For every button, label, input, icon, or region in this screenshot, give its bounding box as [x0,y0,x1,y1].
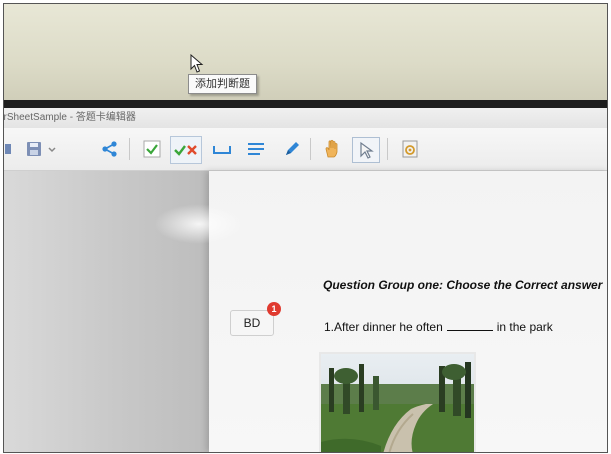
select-arrow-icon[interactable] [352,137,380,163]
text-lines-icon[interactable] [244,138,268,160]
wall-background [4,4,607,104]
pen-icon[interactable] [280,138,304,160]
answer-box[interactable]: BD [230,310,274,336]
hand-icon[interactable] [320,138,344,160]
checkbox-icon[interactable] [141,138,163,160]
question-text-before: 1.After dinner he often [324,320,443,334]
toolbar-separator [387,138,388,160]
answer-count-badge: 1 [267,302,281,316]
question-text: 1.After dinner he often in the park [324,320,553,334]
settings-doc-icon[interactable] [398,138,422,160]
window-titlebar: erSheetSample - 答题卡编辑器 [4,108,607,128]
answer-box-label: BD [243,316,261,330]
toolbar [4,128,607,171]
question-group-heading: Question Group one: Choose the Correct a… [323,278,603,292]
dropdown-arrow-icon[interactable] [47,138,57,160]
question-text-after: in the park [496,320,553,334]
screen-glare [154,204,244,244]
photo-frame: erSheetSample - 答题卡编辑器 添加判断题 Question Gr… [3,3,608,453]
app-icon[interactable] [4,138,14,160]
answer-blank [446,320,493,331]
window-title: erSheetSample - 答题卡编辑器 [4,112,136,123]
monitor-bezel [4,100,607,108]
tooltip: 添加判断题 [188,74,257,94]
save-icon[interactable] [24,138,44,160]
true-false-icon[interactable] [170,136,202,164]
share-icon[interactable] [99,138,121,160]
question-photo [319,352,476,452]
blank-line-icon[interactable] [210,138,234,160]
toolbar-separator [129,138,130,160]
toolbar-separator [310,138,311,160]
